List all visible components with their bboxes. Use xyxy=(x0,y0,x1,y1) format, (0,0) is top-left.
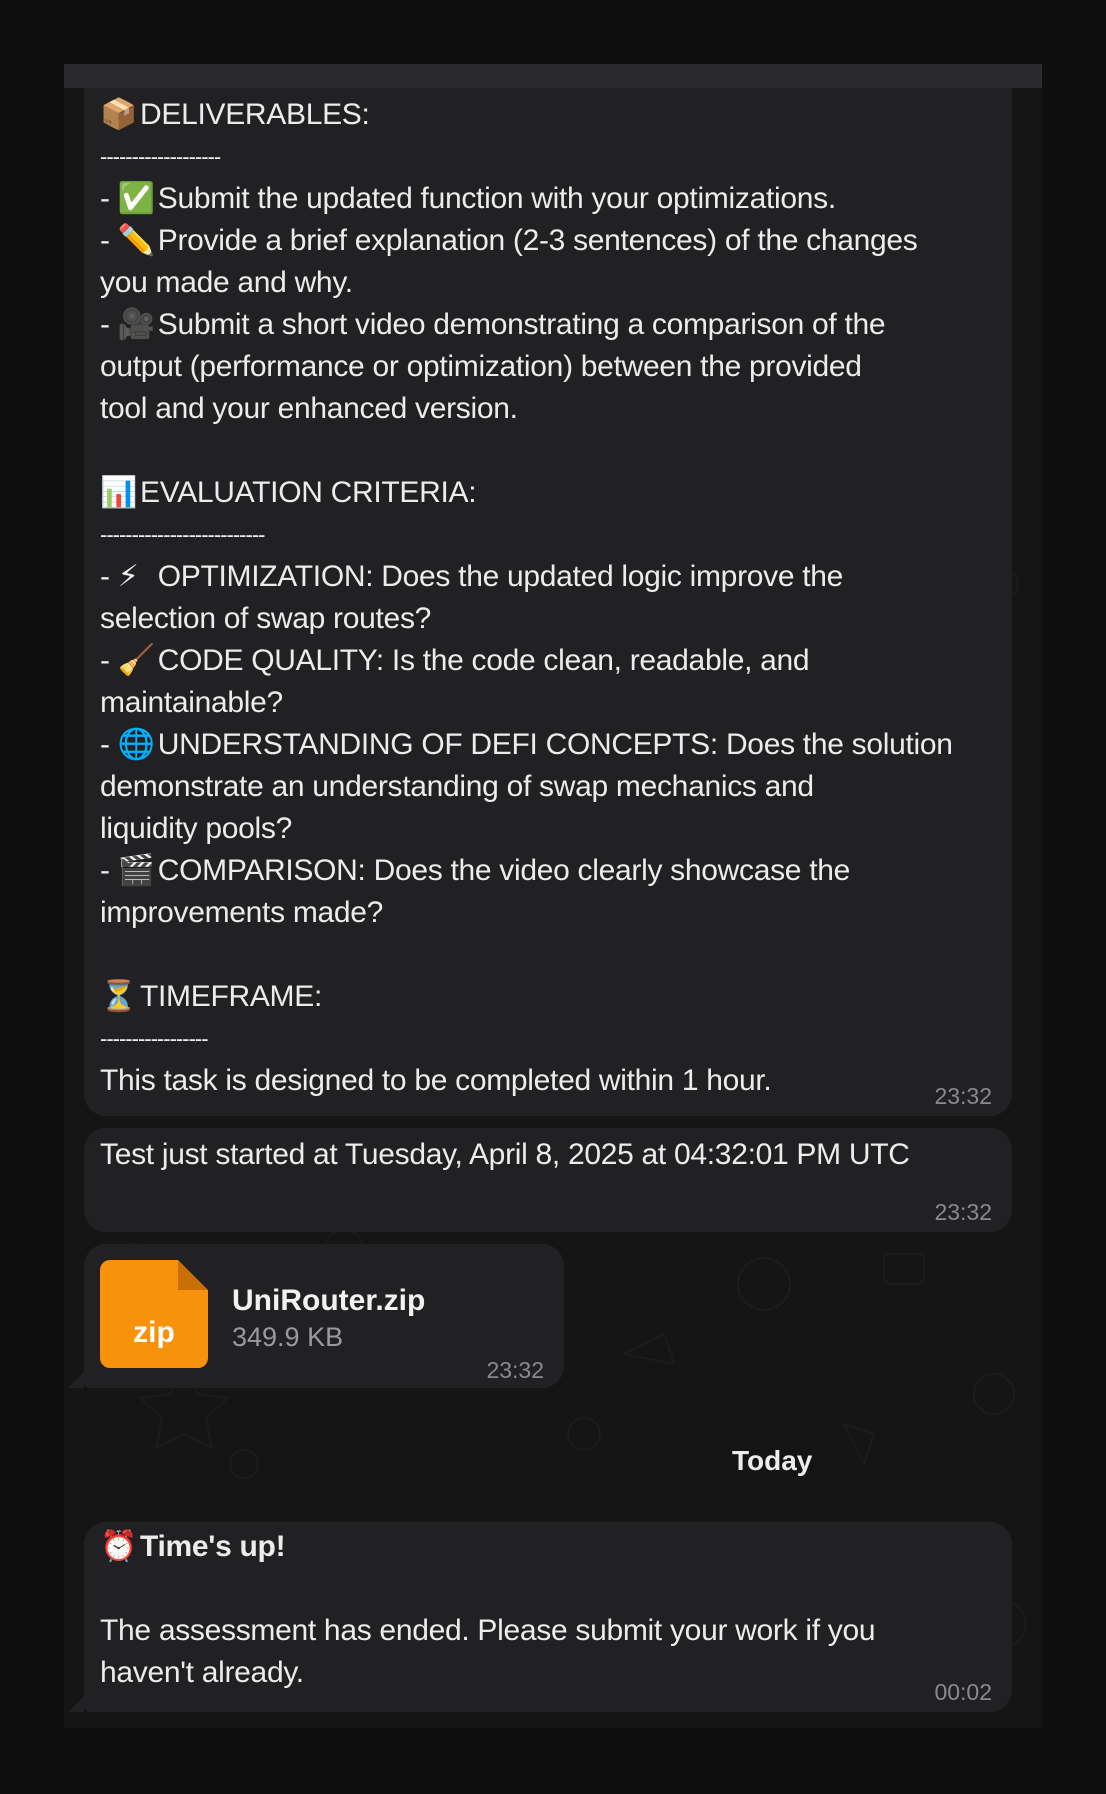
file-message[interactable]: zip UniRouter.zip 349.9 KB 23:32 xyxy=(84,1244,564,1388)
task-message: 📦DELIVERABLES: ------------------- - ✅Su… xyxy=(84,88,1012,1116)
lightning-icon: ⚡ xyxy=(117,560,139,593)
deliverables-header: 📦DELIVERABLES: xyxy=(100,94,994,136)
list-item: - 🎥Submit a short video demonstrating a … xyxy=(100,304,994,346)
times-up-text: The assessment has ended. Please submit … xyxy=(100,1614,876,1647)
criteria-header: 📊EVALUATION CRITERIA: xyxy=(100,472,994,514)
times-up-text: haven't already. xyxy=(100,1656,304,1689)
list-item-continuation: you made and why. xyxy=(100,266,353,299)
timeframe-text: This task is designed to be completed wi… xyxy=(100,1064,772,1097)
list-item: - ⚡ OPTIMIZATION: Does the updated logic … xyxy=(100,556,994,598)
broom-icon: 🧹 xyxy=(117,644,155,677)
list-item: - ✅Submit the updated function with your… xyxy=(100,178,994,220)
hourglass-icon: ⏳ xyxy=(100,980,138,1013)
test-started-text: Test just started at Tuesday, April 8, 2… xyxy=(100,1138,910,1171)
clapperboard-icon: 🎬 xyxy=(117,854,155,887)
timeframe-header: ⏳TIMEFRAME: xyxy=(100,976,994,1018)
list-item-continuation: liquidity pools? xyxy=(100,812,292,845)
globe-icon: 🌐 xyxy=(117,728,155,761)
file-corner-fold xyxy=(178,1260,208,1290)
divider: ----------------- xyxy=(100,1026,209,1051)
list-item-continuation: tool and your enhanced version. xyxy=(100,392,518,425)
list-item-continuation: improvements made? xyxy=(100,896,384,929)
list-item-continuation: output (performance or optimization) bet… xyxy=(100,350,862,383)
video-camera-icon: 🎥 xyxy=(117,308,155,341)
divider: -------------------------- xyxy=(100,522,265,547)
message-time: 23:32 xyxy=(934,1199,992,1225)
message-time: 23:32 xyxy=(486,1357,544,1383)
test-started-message: Test just started at Tuesday, April 8, 2… xyxy=(84,1128,1012,1232)
list-item-continuation: maintainable? xyxy=(100,686,283,719)
alarm-clock-icon: ⏰ xyxy=(100,1530,138,1563)
pencil-icon: ✏️ xyxy=(117,224,155,257)
chat-area[interactable]: 📦DELIVERABLES: ------------------- - ✅Su… xyxy=(64,64,1042,1728)
divider: ------------------- xyxy=(100,144,221,169)
times-up-message: ⏰Time's up! The assessment has ended. Pl… xyxy=(84,1522,1012,1712)
file-size: 349.9 KB xyxy=(232,1322,344,1352)
file-name[interactable]: UniRouter.zip xyxy=(232,1284,425,1318)
date-separator: Today xyxy=(716,1439,829,1483)
message-time: 23:32 xyxy=(934,1083,992,1109)
check-icon: ✅ xyxy=(117,182,155,215)
top-bar xyxy=(64,64,1042,88)
package-icon: 📦 xyxy=(100,98,138,131)
list-item-continuation: demonstrate an understanding of swap mec… xyxy=(100,770,814,803)
list-item: - 🎬COMPARISON: Does the video clearly sh… xyxy=(100,850,994,892)
list-item: - 🌐UNDERSTANDING OF DEFI CONCEPTS: Does … xyxy=(100,724,994,766)
times-up-title: ⏰Time's up! xyxy=(100,1526,994,1568)
message-time: 00:02 xyxy=(934,1679,992,1705)
zip-icon-label: zip xyxy=(133,1316,175,1349)
bar-chart-icon: 📊 xyxy=(100,476,138,509)
list-item-continuation: selection of swap routes? xyxy=(100,602,432,635)
list-item: - 🧹CODE QUALITY: Is the code clean, read… xyxy=(100,640,994,682)
list-item: - ✏️Provide a brief explanation (2-3 sen… xyxy=(100,220,994,262)
